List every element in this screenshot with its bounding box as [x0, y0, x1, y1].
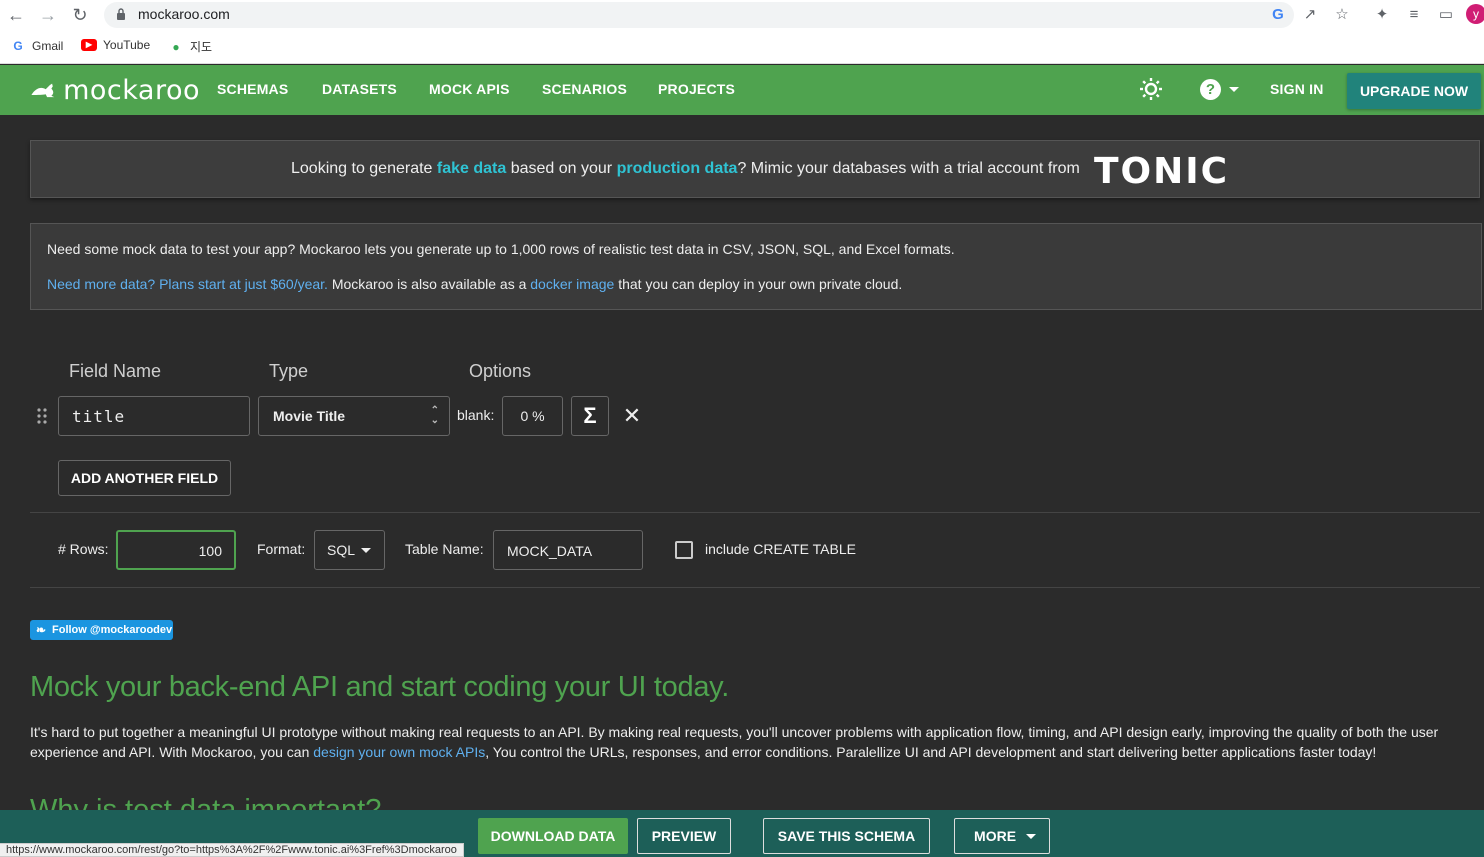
nav-projects[interactable]: PROJECTS: [658, 81, 735, 97]
divider: [30, 587, 1480, 588]
extensions-icon[interactable]: ✦: [1372, 5, 1392, 25]
type-header: Type: [269, 361, 309, 381]
browser-toolbar: ← → ↻ mockaroo.com G ↗ ☆ ✦ ≡ ▭ y: [0, 0, 1484, 30]
up-down-icon: ⌃ ⌄: [430, 405, 439, 426]
pricing-link[interactable]: Need more data? Plans start at just $60/…: [47, 276, 328, 292]
bookmark-gmail[interactable]: G Gmail: [10, 38, 63, 54]
info-line-1: Need some mock data to test your app? Mo…: [47, 241, 955, 257]
format-select[interactable]: SQL: [314, 530, 385, 570]
chevron-down-icon: [1025, 834, 1036, 839]
url-text[interactable]: mockaroo.com: [138, 6, 230, 22]
info-panel: Need some mock data to test your app? Mo…: [30, 223, 1482, 310]
status-bar-url: https://www.mockaroo.com/rest/go?to=http…: [0, 843, 464, 857]
google-icon: G: [13, 39, 23, 53]
reload-icon[interactable]: ↻: [70, 5, 90, 25]
map-pin-icon: ●: [172, 39, 180, 54]
help-icon: ?: [1200, 79, 1221, 100]
create-table-checkbox[interactable]: [675, 541, 693, 559]
options-header: Options: [469, 361, 532, 381]
mock-api-paragraph: It's hard to put together a meaningful U…: [30, 724, 1439, 760]
format-label: Format:: [257, 541, 306, 557]
bookmark-youtube[interactable]: ▶ YouTube: [81, 38, 150, 52]
info-line-2: Need more data? Plans start at just $60/…: [47, 276, 903, 292]
reading-list-icon[interactable]: ≡: [1404, 5, 1424, 25]
drag-handle-icon[interactable]: [36, 407, 48, 425]
divider: [30, 512, 1480, 513]
app-header: mockaroo SCHEMAS DATASETS MOCK APIS SCEN…: [0, 65, 1484, 115]
twitter-bird-icon: ❧: [36, 623, 47, 637]
table-name-label: Table Name:: [405, 541, 484, 557]
field-name-input[interactable]: title: [58, 396, 250, 436]
chevron-down-icon: [1229, 87, 1239, 92]
help-menu[interactable]: ?: [1200, 79, 1239, 100]
youtube-icon: ▶: [81, 39, 97, 51]
tonic-promo-banner[interactable]: Looking to generate fake data based on y…: [30, 140, 1480, 198]
design-mock-apis-link[interactable]: design your own mock APIs: [313, 744, 485, 760]
field-name-header: Field Name: [69, 361, 162, 381]
type-select[interactable]: Movie Title ⌃ ⌄: [258, 396, 450, 436]
twitter-follow-button[interactable]: ❧ Follow @mockaroodev: [30, 620, 173, 640]
tonic-logo: TONIC: [1094, 151, 1230, 192]
create-table-label[interactable]: include CREATE TABLE: [705, 541, 856, 557]
address-bar[interactable]: [104, 2, 1294, 28]
google-icon[interactable]: G: [1268, 5, 1288, 25]
save-schema-button[interactable]: SAVE THIS SCHEMA: [763, 818, 930, 854]
preview-button[interactable]: PREVIEW: [637, 818, 731, 854]
theme-toggle-icon[interactable]: [1139, 77, 1163, 101]
back-arrow-icon[interactable]: ←: [6, 5, 26, 25]
more-button[interactable]: MORE: [954, 818, 1050, 854]
lock-icon: [117, 8, 125, 20]
rows-label: # Rows:: [58, 541, 109, 557]
kangaroo-icon: [31, 83, 55, 98]
bookmark-maps[interactable]: ● 지도: [168, 38, 212, 55]
mock-api-heading: Mock your back-end API and start coding …: [30, 671, 729, 703]
docker-image-link[interactable]: docker image: [530, 276, 614, 292]
sign-in-link[interactable]: SIGN IN: [1270, 81, 1324, 97]
add-another-field-button[interactable]: ADD ANOTHER FIELD: [58, 460, 231, 496]
share-icon[interactable]: ↗: [1300, 5, 1320, 25]
bookmarks-bar: G Gmail ▶ YouTube ● 지도: [0, 30, 1484, 64]
formula-sigma-icon[interactable]: Σ: [571, 396, 609, 436]
chevron-down-icon: [361, 548, 371, 553]
blank-label: blank:: [457, 407, 495, 423]
side-panel-icon[interactable]: ▭: [1436, 5, 1456, 25]
upgrade-now-button[interactable]: UPGRADE NOW: [1347, 73, 1481, 109]
close-icon[interactable]: ✕: [621, 402, 643, 430]
nav-mock-apis[interactable]: MOCK APIS: [429, 81, 510, 97]
profile-avatar[interactable]: y: [1466, 4, 1484, 24]
mockaroo-logo[interactable]: mockaroo: [30, 75, 200, 106]
download-data-button[interactable]: DOWNLOAD DATA: [478, 818, 628, 854]
blank-percent-input[interactable]: 0 %: [502, 396, 563, 436]
star-icon[interactable]: ☆: [1332, 5, 1352, 25]
table-name-input[interactable]: MOCK_DATA: [493, 530, 643, 570]
forward-arrow-icon[interactable]: →: [38, 5, 58, 25]
banner-text: Looking to generate fake data based on y…: [291, 160, 1080, 177]
nav-schemas[interactable]: SCHEMAS: [217, 81, 288, 97]
nav-scenarios[interactable]: SCENARIOS: [542, 81, 627, 97]
rows-input[interactable]: 100: [116, 530, 236, 570]
nav-datasets[interactable]: DATASETS: [322, 81, 397, 97]
